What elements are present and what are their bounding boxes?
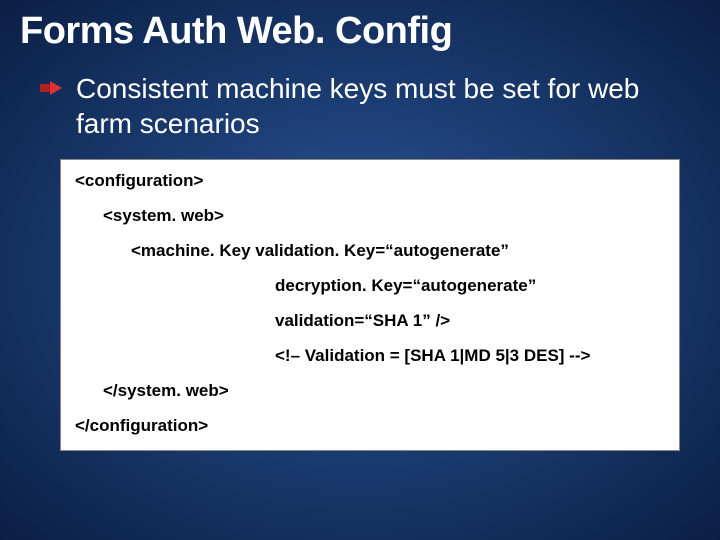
code-line: <!– Validation = [SHA 1|MD 5|3 DES] --> — [75, 347, 665, 364]
code-line: </configuration> — [75, 417, 665, 434]
code-block: <configuration> <system. web> <machine. … — [60, 159, 680, 451]
code-line: <system. web> — [75, 207, 665, 224]
bullet-icon — [40, 81, 62, 95]
code-line: <configuration> — [75, 172, 665, 189]
bullet-item: Consistent machine keys must be set for … — [40, 71, 700, 141]
code-line: </system. web> — [75, 382, 665, 399]
code-line: validation=“SHA 1” /> — [75, 312, 665, 329]
bullet-text: Consistent machine keys must be set for … — [76, 71, 700, 141]
code-line: decryption. Key=“autogenerate” — [75, 277, 665, 294]
page-title: Forms Auth Web. Config — [20, 10, 700, 53]
code-line: <machine. Key validation. Key=“autogener… — [75, 242, 665, 259]
slide: Forms Auth Web. Config Consistent machin… — [0, 0, 720, 471]
